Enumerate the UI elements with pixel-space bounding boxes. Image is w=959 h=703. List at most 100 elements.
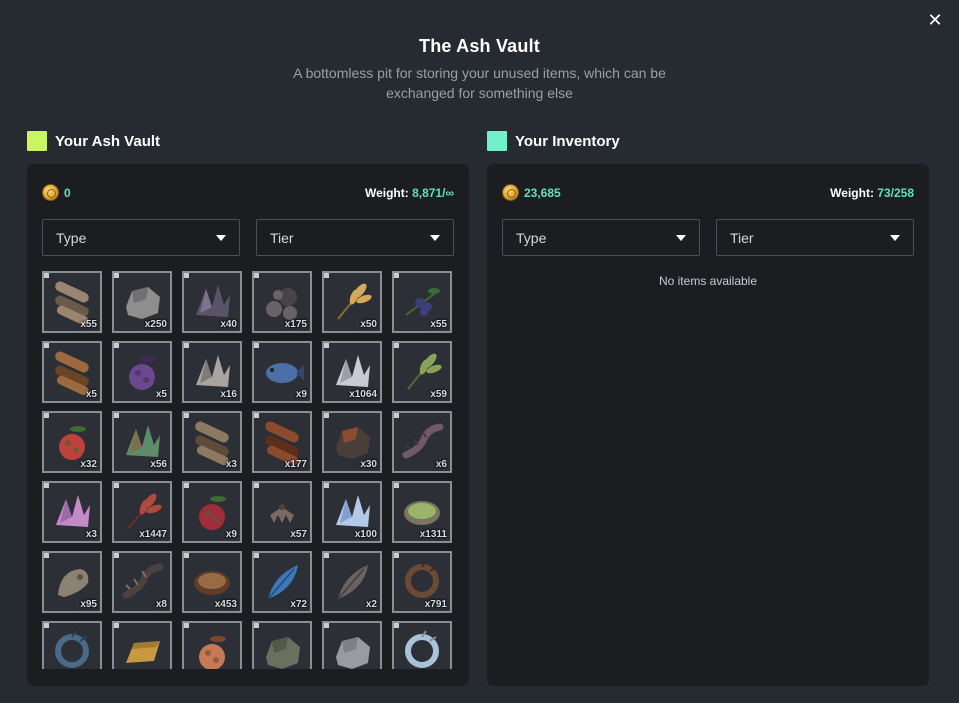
close-button[interactable]: ✕ [925, 10, 945, 30]
item-quantity: x16 [220, 389, 237, 400]
vault-item-slot[interactable]: x250 [112, 271, 172, 333]
chevron-down-icon [890, 234, 900, 241]
inventory-panel: 23,685 Weight: 73/258 Type Tier No items… [487, 164, 929, 686]
vault-item-slot[interactable] [252, 621, 312, 669]
vault-item-slot[interactable]: x3 [42, 481, 102, 543]
vault-item-slot[interactable]: x3 [182, 411, 242, 473]
inventory-type-filter-value: Type [516, 229, 547, 246]
vault-item-slot[interactable]: x1311 [392, 481, 452, 543]
vault-item-slot[interactable]: x6 [392, 411, 452, 473]
inventory-heading: Your Inventory [487, 131, 620, 151]
vault-coin-amount: 0 [64, 185, 71, 200]
vault-tier-filter-value: Tier [270, 229, 294, 246]
vault-item-slot[interactable]: x55 [392, 271, 452, 333]
vault-item-slot[interactable] [392, 621, 452, 669]
inventory-tier-filter-value: Tier [730, 229, 754, 246]
item-quantity: x9 [295, 389, 307, 400]
serpent-icon [50, 629, 94, 669]
vault-item-slot[interactable] [322, 621, 382, 669]
vault-coin-balance: 0 [42, 184, 71, 201]
close-icon[interactable]: ✕ [927, 10, 942, 30]
page-subtitle: A bottomless pit for storing your unused… [293, 65, 666, 101]
item-quantity: x55 [80, 319, 97, 330]
vault-item-slot[interactable]: x72 [252, 551, 312, 613]
vault-panel: 0 Weight: 8,871/∞ Type Tier x55 x250 x40 x1… [27, 164, 469, 686]
vault-item-slot[interactable]: x55 [42, 271, 102, 333]
vault-item-slot[interactable] [112, 621, 172, 669]
item-quantity: x453 [214, 599, 237, 610]
item-quantity: x1311 [419, 529, 447, 540]
vault-item-slot[interactable]: x2 [322, 551, 382, 613]
vault-item-slot[interactable]: x1447 [112, 481, 172, 543]
item-quantity: x250 [144, 319, 167, 330]
item-quantity: x791 [424, 599, 447, 610]
vault-item-slot[interactable]: x32 [42, 411, 102, 473]
item-quantity: x2 [365, 599, 377, 610]
page-title: The Ash Vault [419, 36, 540, 56]
coin-icon [502, 184, 519, 201]
vault-item-slot[interactable]: x5 [112, 341, 172, 403]
vault-item-slot[interactable]: x177 [252, 411, 312, 473]
mushrooms-icon [190, 629, 234, 669]
item-quantity: x95 [80, 599, 97, 610]
chevron-down-icon [430, 234, 440, 241]
vault-item-slot[interactable]: x16 [182, 341, 242, 403]
vault-item-grid: x55 x250 x40 x175 x50 x55 x5 x5 x16 x9 x1064 x59 x32… [42, 271, 454, 669]
vault-weight-value: 8,871/∞ [412, 185, 454, 200]
vault-item-slot[interactable]: x30 [322, 411, 382, 473]
horn-icon [400, 629, 444, 669]
page-header: The Ash Vault A bottomless pit for stori… [0, 36, 959, 103]
item-quantity: x100 [354, 529, 377, 540]
vault-weight: Weight: 8,871/∞ [365, 186, 454, 200]
inventory-weight: Weight: 73/258 [830, 186, 914, 200]
vault-item-slot[interactable]: x40 [182, 271, 242, 333]
vault-item-slot[interactable]: x791 [392, 551, 452, 613]
item-quantity: x56 [150, 459, 167, 470]
item-quantity: x32 [80, 459, 97, 470]
item-quantity: x9 [225, 529, 237, 540]
item-quantity: x177 [284, 459, 307, 470]
vault-type-filter[interactable]: Type [42, 219, 240, 256]
item-quantity: x57 [290, 529, 307, 540]
vault-item-slot[interactable]: x50 [322, 271, 382, 333]
item-quantity: x55 [430, 319, 447, 330]
vault-item-slot[interactable] [182, 621, 242, 669]
item-quantity: x50 [360, 319, 377, 330]
vault-type-filter-value: Type [56, 229, 87, 246]
inventory-type-filter[interactable]: Type [502, 219, 700, 256]
item-quantity: x3 [85, 529, 97, 540]
vault-item-slot[interactable]: x100 [322, 481, 382, 543]
chevron-down-icon [676, 234, 686, 241]
vault-item-slot[interactable]: x175 [252, 271, 312, 333]
vault-tier-filter[interactable]: Tier [256, 219, 454, 256]
item-quantity: x59 [430, 389, 447, 400]
inventory-weight-value: 73/258 [877, 185, 914, 200]
vault-item-slot[interactable]: x56 [112, 411, 172, 473]
vault-weight-label: Weight: [364, 185, 409, 200]
vault-item-slot[interactable]: x9 [252, 341, 312, 403]
item-quantity: x175 [284, 319, 307, 330]
vault-item-slot[interactable]: x59 [392, 341, 452, 403]
item-quantity: x1447 [139, 529, 167, 540]
item-quantity: x6 [435, 459, 447, 470]
vault-item-slot[interactable] [42, 621, 102, 669]
item-quantity: x8 [155, 599, 167, 610]
vault-color-swatch [27, 131, 47, 151]
inventory-coin-balance: 23,685 [502, 184, 561, 201]
vault-heading: Your Ash Vault [27, 131, 160, 151]
inventory-color-swatch [487, 131, 507, 151]
vault-item-slot[interactable]: x95 [42, 551, 102, 613]
inventory-tier-filter[interactable]: Tier [716, 219, 914, 256]
vault-item-slot[interactable]: x1064 [322, 341, 382, 403]
vault-item-slot[interactable]: x9 [182, 481, 242, 543]
vault-item-slot[interactable]: x8 [112, 551, 172, 613]
inventory-label: Your Inventory [515, 132, 620, 150]
item-quantity: x3 [225, 459, 237, 470]
creature-icon [260, 629, 304, 669]
vault-label: Your Ash Vault [55, 132, 161, 150]
item-quantity: x1064 [349, 389, 377, 400]
item-quantity: x5 [155, 389, 167, 400]
vault-item-slot[interactable]: x5 [42, 341, 102, 403]
vault-item-slot[interactable]: x453 [182, 551, 242, 613]
vault-item-slot[interactable]: x57 [252, 481, 312, 543]
